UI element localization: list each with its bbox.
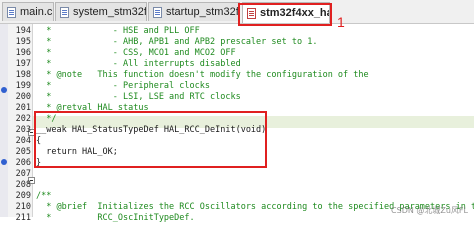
line-number: 211 [15, 213, 31, 223]
bookmark-icon[interactable] [1, 87, 7, 93]
tab-label: main.c [20, 6, 53, 18]
annotation-number: 1 [337, 14, 345, 30]
tab-label: system_stm32f4xx.c [73, 6, 147, 18]
active-tab-highlight-box [238, 3, 332, 26]
tab-startup-stm32f407xx-s[interactable]: startup_stm32f407xx.s [148, 2, 240, 21]
asm-file-icon [153, 6, 162, 18]
code-line[interactable]: * RCC_OscInitTypeDef. [36, 212, 194, 224]
watermark: CSDN @北城Zu风FL [391, 206, 468, 215]
c-file-icon [7, 6, 16, 18]
editor-tab-bar: main.c system_stm32f4xx.c startup_stm32f… [0, 0, 474, 24]
tab-main-c[interactable]: main.c [2, 2, 54, 21]
tab-label: startup_stm32f407xx.s [166, 6, 239, 18]
function-highlight-box [34, 111, 267, 168]
bookmark-icon[interactable] [1, 159, 7, 165]
breakpoint-margin[interactable] [0, 24, 8, 217]
c-file-icon [60, 6, 69, 18]
tab-system-stm32f4xx-c[interactable]: system_stm32f4xx.c [55, 2, 147, 21]
